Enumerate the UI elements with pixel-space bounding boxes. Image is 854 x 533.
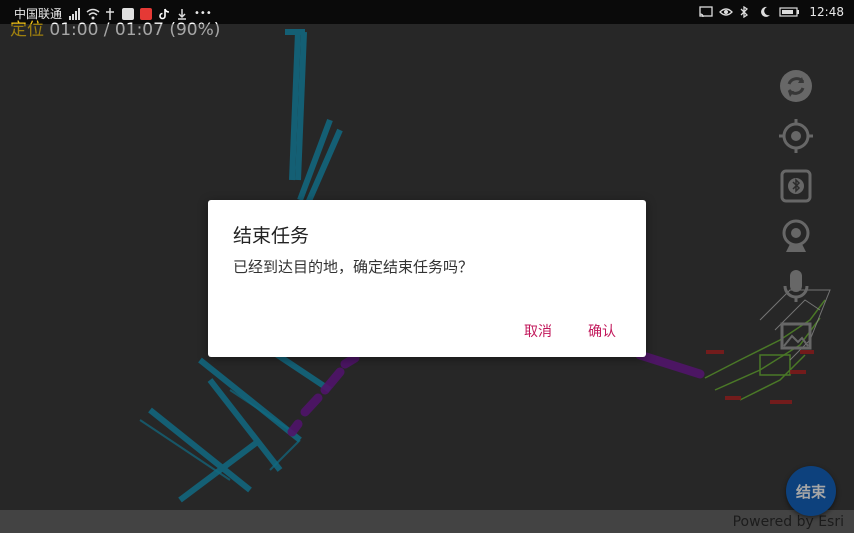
- download-icon: [176, 8, 188, 20]
- usb-icon: [104, 7, 116, 20]
- dialog-title: 结束任务: [233, 225, 310, 247]
- app-notification-icon: [140, 7, 153, 20]
- wifi-icon: [86, 8, 100, 20]
- dialog-message: 已经到达目的地，确定结束任务吗？: [233, 258, 474, 276]
- end-task-dialog: 结束任务 已经到达目的地，确定结束任务吗？ 取消 确认: [208, 200, 646, 357]
- battery-icon: [779, 6, 801, 18]
- status-time: 12:48: [809, 5, 844, 19]
- signal-icon: [68, 7, 81, 20]
- cast-icon: [699, 6, 714, 18]
- cancel-button[interactable]: 取消: [524, 321, 552, 341]
- do-not-disturb-icon: [759, 6, 771, 18]
- bluetooth-status-icon: [739, 5, 751, 19]
- more-notifications-icon: •••: [194, 8, 212, 19]
- confirm-button[interactable]: 确认: [588, 321, 616, 341]
- tiktok-icon: [158, 8, 170, 20]
- status-bar-right: 12:48: [699, 5, 844, 19]
- app-notification-icon: [122, 7, 135, 20]
- eye-comfort-icon: [719, 6, 734, 18]
